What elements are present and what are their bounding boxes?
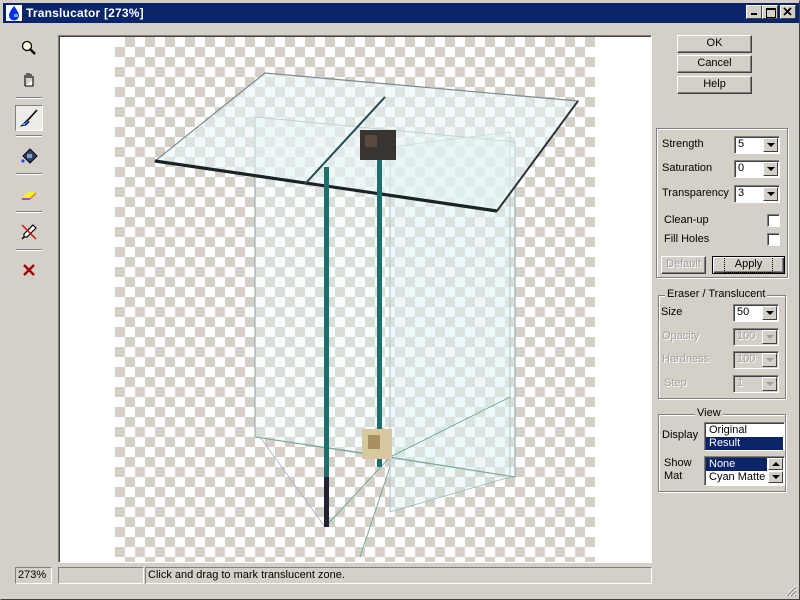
opacity-label: Opacity: [662, 330, 700, 342]
translucator-window: Translucator [273%] OK Cancel Help Stren…: [0, 0, 800, 600]
mat-option-cyan-matte[interactable]: Cyan Matte: [706, 471, 767, 484]
eraser-group-title: Eraser / Translucent: [665, 288, 768, 300]
default-button[interactable]: Default: [661, 256, 706, 274]
saturation-select[interactable]: 0: [734, 160, 780, 178]
transparency-select[interactable]: 3: [734, 185, 780, 203]
opacity-select: 100: [733, 328, 779, 346]
hand-icon: [24, 73, 34, 87]
saturation-value: 0: [738, 162, 745, 174]
show-mat-label-2: Mat: [664, 470, 683, 482]
fill-holes-checkbox[interactable]: [767, 233, 780, 246]
minimize-button[interactable]: [746, 5, 762, 19]
zoom-tool[interactable]: [15, 35, 43, 61]
cleanup-label: Clean-up: [664, 214, 709, 226]
tool-palette: [11, 35, 47, 289]
hardness-label: Hardness: [662, 353, 710, 365]
tool-separator: [16, 211, 42, 213]
display-listbox[interactable]: Original Result: [704, 422, 785, 451]
strength-select[interactable]: 5: [734, 136, 780, 154]
show-mat-label: Show: [664, 457, 692, 469]
display-option-original[interactable]: Original: [706, 424, 783, 437]
crossed-dropper-icon: [21, 224, 37, 240]
chevron-down-icon: [762, 330, 777, 344]
step-value: 1: [737, 377, 744, 389]
water-drop-icon: [6, 5, 22, 21]
image-canvas-frame: [58, 35, 652, 563]
chevron-down-icon[interactable]: [763, 138, 778, 152]
chevron-down-icon[interactable]: [763, 187, 778, 201]
translucent-brush-tool[interactable]: [15, 105, 43, 131]
progress-status: [58, 567, 144, 584]
glass-table-image: [153, 72, 580, 558]
cleanup-checkbox[interactable]: [767, 214, 780, 227]
close-button[interactable]: [780, 5, 796, 19]
close-icon: [783, 7, 792, 16]
mat-option-none[interactable]: None: [706, 458, 767, 471]
chevron-down-icon[interactable]: [762, 306, 777, 320]
tool-separator: [16, 249, 42, 251]
strength-value: 5: [738, 138, 745, 150]
opacity-value: 100: [737, 330, 756, 342]
window-title: Translucator [273%]: [26, 6, 144, 20]
size-select[interactable]: 50: [733, 304, 779, 322]
chevron-down-icon: [762, 377, 777, 391]
zoom-status: 273%: [15, 567, 52, 584]
hardness-value: 100: [737, 353, 756, 365]
size-value: 50: [737, 306, 750, 318]
step-select: 1: [733, 375, 779, 393]
saturation-label: Saturation: [662, 162, 713, 174]
mat-listbox[interactable]: None Cyan Matte: [704, 456, 785, 486]
pan-tool[interactable]: [15, 67, 43, 93]
tool-separator: [16, 173, 42, 175]
transparency-label: Transparency: [662, 187, 729, 199]
step-label: Step: [664, 377, 687, 389]
fill-holes-label: Fill Holes: [664, 233, 710, 245]
cancel-button[interactable]: Cancel: [677, 55, 752, 73]
ok-button[interactable]: OK: [677, 35, 752, 53]
remove-zone-tool[interactable]: [15, 219, 43, 245]
resize-grip-icon[interactable]: [785, 585, 797, 597]
eraser-tool[interactable]: [15, 181, 43, 207]
display-option-result[interactable]: Result: [706, 437, 783, 450]
chevron-down-icon[interactable]: [763, 162, 778, 176]
tool-separator: [16, 135, 42, 137]
display-label: Display: [662, 429, 699, 441]
eraser-icon: [22, 192, 36, 200]
view-group-title: View: [695, 407, 723, 419]
help-button[interactable]: Help: [677, 76, 752, 94]
tool-separator: [16, 97, 42, 99]
apply-button[interactable]: Apply: [712, 256, 785, 274]
message-status: Click and drag to mark translucent zone.: [145, 567, 652, 584]
clear-tool[interactable]: [15, 257, 43, 283]
hardness-select: 100: [733, 351, 779, 369]
strength-label: Strength: [662, 138, 704, 150]
scroll-down-icon[interactable]: [768, 471, 783, 483]
chevron-down-icon: [762, 353, 777, 367]
size-label: Size: [661, 306, 683, 318]
scroll-up-icon[interactable]: [768, 458, 783, 470]
magnifier-icon: [21, 40, 36, 55]
fill-tool[interactable]: [15, 143, 43, 169]
maximize-button[interactable]: [762, 5, 778, 19]
transparency-value: 3: [738, 187, 745, 199]
red-x-icon: [23, 264, 35, 276]
brush-icon: [19, 109, 38, 127]
image-canvas[interactable]: [59, 36, 651, 562]
paint-bucket-icon: [21, 148, 38, 164]
apply-label: Apply: [723, 256, 774, 273]
title-bar[interactable]: Translucator [273%]: [3, 3, 799, 23]
